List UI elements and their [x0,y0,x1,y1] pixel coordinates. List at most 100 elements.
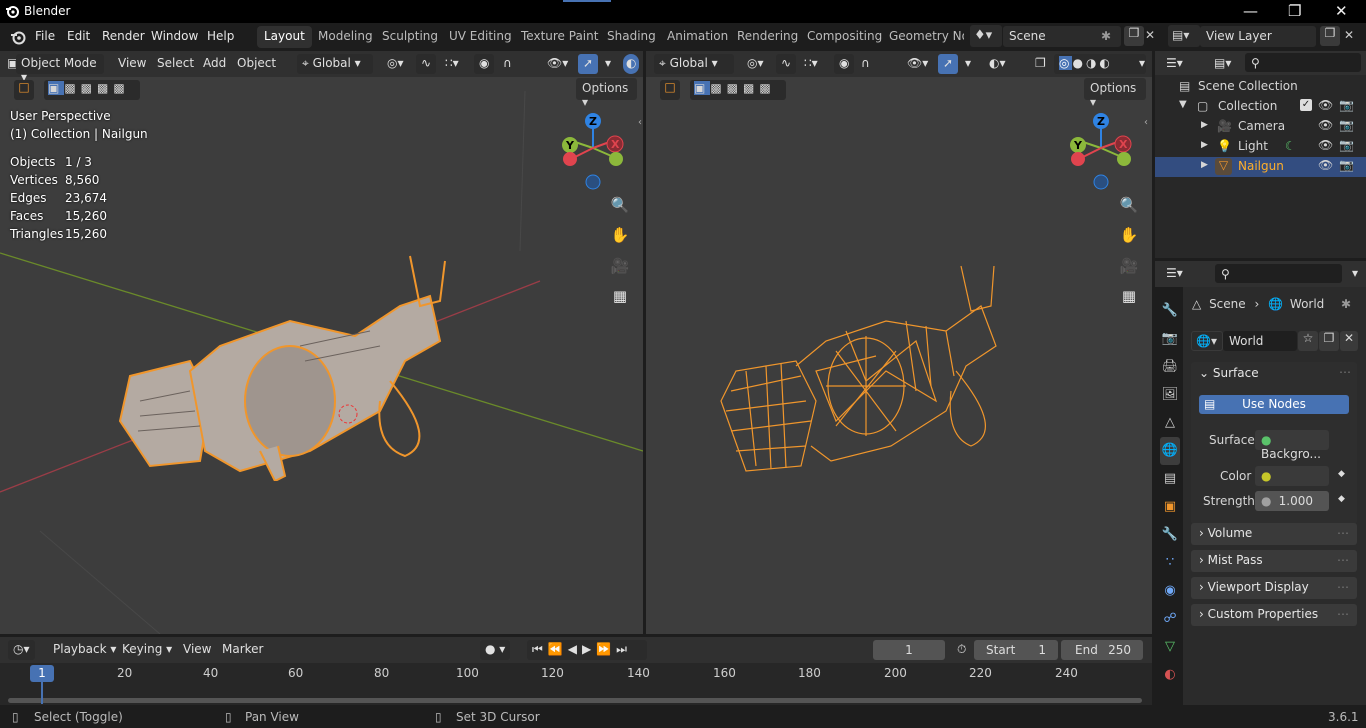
tab-layout[interactable]: Layout [257,26,312,48]
close-icon[interactable]: ✕ [1335,2,1348,20]
surface-panel-header[interactable]: ⌄ Surface [1199,366,1259,380]
outliner-display-mode-icon[interactable]: ▤▾ [1209,54,1236,74]
tab-texture-paint[interactable]: Texture Paint [514,26,605,48]
ortho-grid-icon[interactable]: ▦ [608,284,632,308]
viewport-display-panel[interactable]: › Viewport Display ⋯ [1191,577,1357,599]
view-layer-browse-icon[interactable]: ▤▾ [1168,25,1200,47]
tab-uv-editing[interactable]: UV Editing [442,26,519,48]
delete-view-layer-icon[interactable]: ✕ [1344,28,1354,42]
keyframe-dot-icon[interactable]: ◆ [1338,469,1345,479]
drag-handle-icon[interactable]: ⋯ [1339,365,1351,379]
timeline-editor-type-icon[interactable]: ◷▾ [8,640,35,660]
pan-hand-icon[interactable]: ✋ [608,223,632,247]
scene-browse-icon[interactable]: ♦▾ [970,25,1002,47]
tab-rendering[interactable]: Rendering [730,26,805,48]
outliner-row-camera[interactable]: ▶ 🎥 Camera 👁 📷 [1155,117,1366,137]
modifier-tab-icon[interactable]: 🔧 [1160,521,1180,549]
navigation-gizmo-right[interactable]: Z Y X [1066,111,1136,191]
xray-icon[interactable]: ❐ [1030,54,1051,74]
zoom-icon[interactable]: 🔍 [608,193,632,217]
area-edge-arrow-icon-right[interactable]: ‹ [1144,117,1148,128]
restore-icon[interactable]: ❐ [1288,2,1301,20]
visibility-icon-right[interactable]: 👁▾ [902,54,933,74]
menu-help[interactable]: Help [207,29,234,43]
properties-editor-type-icon[interactable]: ☰▾ [1161,264,1188,284]
drag-handle-icon[interactable]: ⋯ [1337,580,1349,594]
color-field[interactable]: ● [1255,466,1329,486]
material-tab-icon[interactable]: ◐ [1160,661,1180,689]
outliner-row-collection[interactable]: ▼ ▢ Collection ✓ 👁 📷 [1155,97,1366,117]
auto-keying-icon[interactable]: ● ▾ [480,640,511,660]
area-edge-arrow-icon[interactable]: ‹ [638,117,642,128]
tab-sculpting[interactable]: Sculpting [375,26,445,48]
properties-search-input[interactable]: ⚲ [1215,264,1342,283]
visibility-eye-icon[interactable]: 👁 [1318,138,1333,152]
custom-properties-panel[interactable]: › Custom Properties ⋯ [1191,604,1357,626]
playback-controls[interactable]: ⏮⏪◀▶⏩⏭ [527,640,647,660]
navigation-gizmo[interactable]: Z Y X [558,111,628,191]
new-view-layer-icon[interactable]: ❐ [1320,26,1340,46]
drag-handle-icon[interactable]: ⋯ [1337,526,1349,540]
render-camera-icon[interactable]: 📷 [1339,138,1354,152]
shading-dropdown-icon[interactable]: ▾ [1134,54,1150,74]
viewport-left[interactable]: ▣ Object Mode ▾ View Select Add Object ⌖… [0,51,643,634]
marker-menu[interactable]: Marker [217,640,268,660]
view-layer-tab-icon[interactable]: 🖼 [1160,381,1180,409]
world-name-field[interactable]: World [1223,331,1297,351]
new-scene-icon[interactable]: ❐ [1124,26,1144,46]
shading-mode-icons[interactable]: ◎●◑◐ [1054,54,1146,74]
tool-tab-icon[interactable]: 🔧 [1160,297,1180,325]
object-tab-icon[interactable]: ▣ [1160,493,1180,521]
start-frame-field[interactable]: Start 1 [974,640,1058,660]
fake-user-icon[interactable]: ☆ [1298,331,1318,351]
particles-tab-icon[interactable]: ∵ [1160,549,1180,577]
pan-hand-icon-right[interactable]: ✋ [1117,223,1141,247]
camera-view-icon[interactable]: 🎥 [608,254,632,278]
zoom-icon-right[interactable]: 🔍 [1117,193,1141,217]
menu-render[interactable]: Render [102,29,145,43]
visibility-eye-icon[interactable]: 👁 [1318,158,1333,172]
data-tab-icon[interactable]: ▽ [1160,633,1180,661]
use-nodes-button[interactable]: ▤ Use Nodes [1199,395,1349,414]
playback-menu[interactable]: Playback ▾ [48,640,121,660]
tab-geometry-nodes[interactable]: Geometry Noc [882,26,964,48]
outliner-row-light[interactable]: ▶ 💡 Light ☾ 👁 📷 [1155,137,1366,157]
world-tab-icon[interactable]: 🌐 [1160,437,1180,465]
tab-shading[interactable]: Shading [600,26,663,48]
overlay-icon-right[interactable]: ◐▾ [984,54,1011,74]
outliner-row-nailgun[interactable]: ▶ ▽ Nailgun 👁 📷 [1155,157,1366,177]
camera-view-icon-right[interactable]: 🎥 [1117,254,1141,278]
blender-menu-icon[interactable] [10,29,26,45]
timeline-view-menu[interactable]: View [178,640,216,660]
timeline-scrollbar[interactable] [8,698,1142,703]
physics-tab-icon[interactable]: ◉ [1160,577,1180,605]
tab-modeling[interactable]: Modeling [311,26,380,48]
proportional-edit-icon-right[interactable]: ◉ [834,54,855,74]
current-frame-field[interactable]: 1 [873,640,945,660]
render-camera-icon[interactable]: 📷 [1339,118,1354,132]
orientation-dropdown-right[interactable]: ⌖ Global ▾ [654,54,734,74]
expand-arrow-icon[interactable]: ▶ [1201,160,1208,170]
render-tab-icon[interactable]: 📷 [1160,325,1180,353]
minimize-icon[interactable]: — [1243,2,1258,20]
render-camera-icon[interactable]: 📷 [1339,158,1354,172]
tab-compositing[interactable]: Compositing [800,26,889,48]
world-browse-icon[interactable]: 🌐▾ [1191,331,1223,351]
tab-animation[interactable]: Animation [660,26,735,48]
outliner-row-scene-collection[interactable]: ▤ Scene Collection [1155,77,1366,97]
expand-arrow-icon[interactable]: ▶ [1201,140,1208,150]
outliner-editor-type-icon[interactable]: ☰▾ [1161,54,1188,74]
output-tab-icon[interactable]: 🖨 [1160,353,1180,381]
gizmo-dropdown-icon-right[interactable]: ▾ [960,54,976,74]
ortho-grid-icon-right[interactable]: ▦ [1117,284,1141,308]
drag-handle-icon[interactable]: ⋯ [1337,607,1349,621]
keyframe-dot-icon[interactable]: ◆ [1338,494,1345,504]
viewport-right[interactable]: ⌖ Global ▾ ◎▾ ∿ ∷▾ ◉ ∩ 👁▾ ➚ ▾ ◐▾ ❐ ◎●◑◐ … [646,51,1152,634]
strength-field[interactable]: ● 1.000 [1255,491,1329,511]
surface-shader-field[interactable]: ● Backgro... [1255,430,1329,461]
end-frame-field[interactable]: End 250 [1061,640,1143,660]
render-camera-icon[interactable]: 📷 [1339,98,1354,112]
expand-arrow-icon[interactable]: ▶ [1201,120,1208,130]
options-dropdown-right[interactable]: Options ▾ [1084,78,1146,109]
view-layer-field[interactable]: View Layer [1200,26,1316,47]
